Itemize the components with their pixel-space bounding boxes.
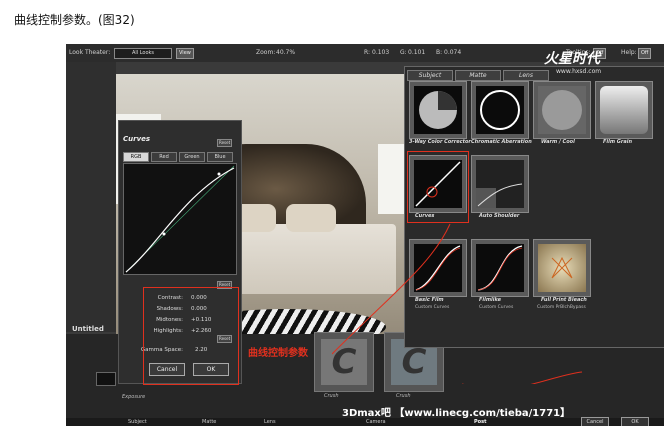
untitled-label: Untitled — [72, 325, 104, 333]
annotation-text: 曲线控制参数 — [248, 348, 308, 359]
b-value: 0.074 — [444, 49, 462, 56]
g-value: 0.101 — [408, 49, 426, 56]
bottom-tab-lens[interactable]: Lens — [264, 419, 276, 425]
lens-tab-lens[interactable]: Lens — [503, 70, 549, 81]
r-label: R: — [364, 49, 371, 56]
bottom-tab-post[interactable]: Post — [474, 419, 486, 425]
curve-point[interactable] — [217, 172, 221, 176]
channel-tab-red[interactable]: Red — [151, 152, 177, 162]
left-strip — [66, 62, 116, 332]
camera-icon — [96, 372, 116, 386]
curves-reset-button[interactable]: Reset — [217, 139, 233, 147]
pillow — [286, 204, 336, 232]
watermark-bottom: 3Dmax吧 【www.linecg.com/tieba/1771】 — [342, 408, 571, 419]
curve-plot — [125, 165, 235, 273]
annotation-arrows — [332, 223, 583, 384]
grain-icon — [600, 86, 648, 134]
tool-chromatic-aberration[interactable] — [471, 81, 529, 139]
curve-graph[interactable] — [123, 163, 237, 275]
g-label: G: — [400, 49, 407, 56]
bottom-tab-bar — [66, 418, 664, 426]
channel-tab-blue[interactable]: Blue — [207, 152, 233, 162]
annotation-box — [143, 287, 239, 385]
b-label: B: — [436, 49, 443, 56]
watermark-url: www.hxsd.com — [556, 68, 602, 75]
bottom-tab-camera[interactable]: Camera — [366, 419, 386, 425]
look-select[interactable]: All Looks — [114, 48, 172, 59]
curves-title: Curves — [123, 135, 151, 143]
bottom-ok-button[interactable]: OK — [621, 417, 649, 426]
zoom-value: 40.7% — [276, 49, 296, 56]
color-wheel-icon — [419, 91, 457, 129]
exposure-label: Exposure — [122, 394, 146, 400]
help-toggle[interactable]: Off — [638, 48, 652, 59]
curve-point[interactable] — [162, 232, 166, 236]
view-button[interactable]: View — [176, 48, 194, 59]
curve-line[interactable] — [125, 167, 235, 273]
bottom-tab-subject[interactable]: Subject — [128, 419, 147, 425]
tool-film-grain[interactable] — [595, 81, 653, 139]
help-label: Help: — [621, 49, 637, 56]
bottom-cancel-button[interactable]: Cancel — [581, 417, 609, 426]
bottom-tab-matte[interactable]: Matte — [202, 419, 216, 425]
zoom-label: Zoom: — [256, 49, 276, 56]
watermark-logo: 火星时代 — [544, 51, 600, 67]
tool-warm-cool[interactable] — [533, 81, 591, 139]
channel-tab-rgb[interactable]: RGB — [123, 152, 149, 162]
figure-caption: 曲线控制参数。(图32) — [14, 13, 135, 27]
sphere-icon — [542, 90, 582, 130]
look-theater-label: Look Theater: — [69, 49, 111, 56]
crush-label-1: Crush — [324, 393, 339, 399]
curves-panel: Curves Reset RGB Red Green Blue Reset Co… — [118, 120, 242, 385]
crush-label-2: Crush — [396, 393, 411, 399]
lens-tab-matte[interactable]: Matte — [455, 70, 501, 81]
app-window: Look Theater: All Looks View Zoom: 40.7%… — [66, 44, 664, 426]
lens-tab-subject[interactable]: Subject — [407, 70, 453, 81]
channel-tab-green[interactable]: Green — [179, 152, 205, 162]
tool-3way-color-corrector[interactable] — [409, 81, 467, 139]
r-value: 0.103 — [372, 49, 390, 56]
ring-icon — [480, 90, 520, 130]
